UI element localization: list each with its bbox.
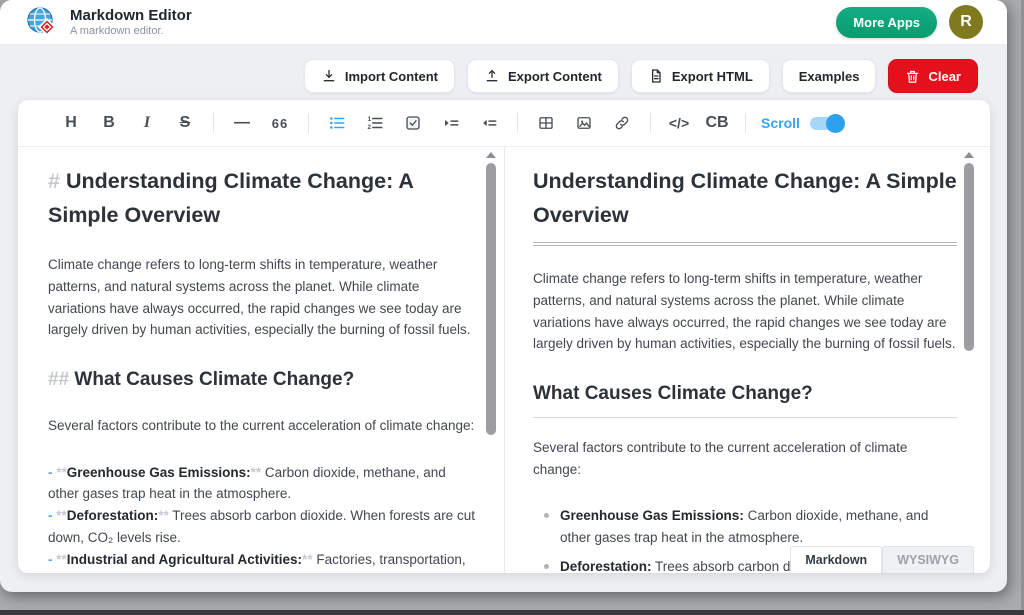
link-button[interactable] — [603, 107, 641, 139]
user-avatar[interactable]: R — [949, 5, 983, 39]
toolbar-divider — [213, 113, 214, 133]
svg-text:2: 2 — [368, 124, 372, 131]
inline-code-button[interactable]: </> — [660, 107, 698, 139]
toolbar-divider — [745, 113, 746, 133]
scrollbar-thumb[interactable] — [964, 163, 974, 351]
heading-button[interactable]: H — [52, 107, 90, 139]
bullet-list-button[interactable] — [318, 107, 356, 139]
strikethrough-button[interactable]: S — [166, 107, 204, 139]
image-button[interactable] — [565, 107, 603, 139]
link-icon — [613, 114, 631, 132]
editor-panes: # Understanding Climate Change: A Simple… — [18, 147, 990, 573]
toolbar-divider — [517, 113, 518, 133]
app-header: Markdown Editor A markdown editor. More … — [0, 0, 1007, 45]
outdent-button[interactable] — [470, 107, 508, 139]
preview-paragraph: Several factors contribute to the curren… — [533, 437, 957, 481]
import-content-button[interactable]: Import Content — [304, 59, 455, 93]
numbered-list-button[interactable]: 1 2 — [356, 107, 394, 139]
task-list-button[interactable] — [394, 107, 432, 139]
tab-markdown[interactable]: Markdown — [790, 546, 882, 573]
desktop-edge-bottom — [0, 610, 1024, 615]
blockquote-button[interactable]: 66 — [261, 107, 299, 139]
editor-toolbar: H B I S — 66 — [18, 100, 990, 147]
mode-tabs: Markdown WYSIWYG — [790, 546, 974, 573]
md-h1-line: # Understanding Climate Change: A Simple… — [48, 164, 476, 233]
preview-h2: What Causes Climate Change? — [533, 380, 957, 418]
tab-wysiwyg[interactable]: WYSIWYG — [882, 546, 974, 573]
preview-pane-scrollbar[interactable] — [964, 152, 974, 351]
export-content-button[interactable]: Export Content — [467, 59, 619, 93]
scrollbar-thumb[interactable] — [486, 163, 496, 435]
svg-text:1: 1 — [368, 116, 372, 123]
italic-button[interactable]: I — [128, 107, 166, 139]
preview-pane: Understanding Climate Change: A Simple O… — [505, 147, 990, 573]
image-icon — [575, 114, 593, 132]
app-window: Markdown Editor A markdown editor. More … — [0, 0, 1007, 592]
editor-card: H B I S — 66 — [18, 100, 990, 573]
scroll-sync-label: Scroll — [761, 115, 800, 131]
md-list-item: - **Deforestation:** Trees absorb carbon… — [48, 505, 476, 549]
page-subtitle: A markdown editor. — [70, 25, 192, 38]
actions-row: Import Content Export Content Export HTM… — [304, 59, 978, 93]
app-title-block: Markdown Editor A markdown editor. — [70, 7, 192, 38]
indent-button[interactable] — [432, 107, 470, 139]
preview-content: Understanding Climate Change: A Simple O… — [533, 164, 957, 573]
examples-button[interactable]: Examples — [782, 59, 877, 93]
bullet-list-icon — [328, 114, 346, 132]
markdown-source-content[interactable]: # Understanding Climate Change: A Simple… — [48, 164, 476, 573]
screenshot-root: Markdown Editor A markdown editor. More … — [0, 0, 1024, 615]
markdown-source-pane[interactable]: # Understanding Climate Change: A Simple… — [18, 147, 505, 573]
app-logo-globe-icon — [26, 6, 58, 38]
upload-icon — [484, 68, 500, 84]
export-html-button[interactable]: Export HTML — [631, 59, 770, 93]
checkbox-icon — [404, 114, 422, 132]
code-block-button[interactable]: CB — [698, 107, 736, 139]
md-list-item: - **Industrial and Agricultural Activiti… — [48, 549, 476, 573]
preview-paragraph: Climate change refers to long-term shift… — [533, 268, 957, 355]
table-button[interactable] — [527, 107, 565, 139]
file-icon — [648, 68, 664, 84]
page-title: Markdown Editor — [70, 7, 192, 24]
md-paragraph: Climate change refers to long-term shift… — [48, 254, 476, 341]
md-h2-line: ## What Causes Climate Change? — [48, 366, 476, 394]
numbered-list-icon: 1 2 — [366, 114, 384, 132]
indent-icon — [442, 114, 460, 132]
download-icon — [321, 68, 337, 84]
more-apps-button[interactable]: More Apps — [836, 7, 937, 38]
horizontal-rule-button[interactable]: — — [223, 107, 261, 139]
scroll-sync-toggle[interactable] — [810, 117, 842, 130]
table-icon — [537, 114, 555, 132]
outdent-icon — [480, 114, 498, 132]
md-list-item: - **Greenhouse Gas Emissions:** Carbon d… — [48, 462, 476, 506]
scroll-up-arrow-icon[interactable] — [964, 152, 974, 158]
markdown-pane-scrollbar[interactable] — [486, 152, 496, 435]
bold-button[interactable]: B — [90, 107, 128, 139]
trash-icon — [905, 69, 920, 84]
clear-button[interactable]: Clear — [888, 59, 978, 93]
md-paragraph: Several factors contribute to the curren… — [48, 415, 476, 437]
toolbar-divider — [650, 113, 651, 133]
toolbar-divider — [308, 113, 309, 133]
header-right: More Apps R — [836, 5, 983, 39]
scroll-sync-group: Scroll — [761, 115, 842, 131]
list-item: Greenhouse Gas Emissions: Carbon dioxide… — [560, 505, 957, 549]
preview-h1: Understanding Climate Change: A Simple O… — [533, 164, 957, 246]
scroll-up-arrow-icon[interactable] — [486, 152, 496, 158]
